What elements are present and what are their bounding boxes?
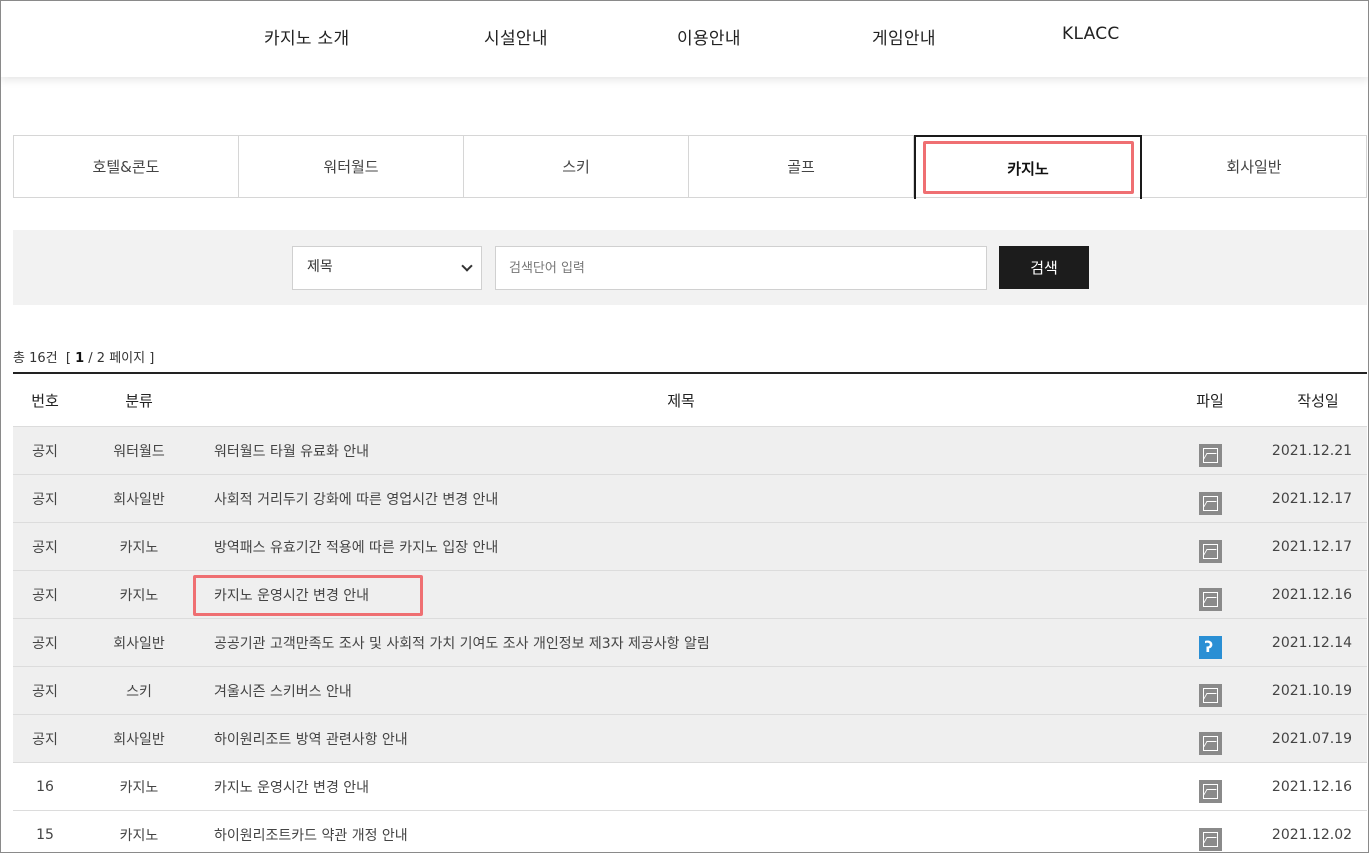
image-icon[interactable]	[1198, 540, 1222, 563]
tab-water-world[interactable]: 워터월드	[239, 136, 464, 197]
header-category: 분류	[125, 391, 153, 410]
tab-ski[interactable]: 스키	[464, 136, 689, 197]
row-no: 16	[36, 778, 54, 795]
page-total: / 2 페이지 ]	[88, 351, 155, 366]
total-count: 총 16건	[13, 351, 58, 366]
row-file[interactable]	[1183, 571, 1237, 618]
row-date: 2021.12.02	[1271, 826, 1353, 843]
tab-company-general[interactable]: 회사일반	[1142, 136, 1366, 197]
row-title-link[interactable]: 카지노 운영시간 변경 안내	[214, 571, 1174, 618]
row-title-link[interactable]: 하이원리조트 방역 관련사항 안내	[214, 715, 1174, 762]
image-icon[interactable]	[1198, 492, 1222, 515]
header-file: 파일	[1196, 391, 1224, 410]
image-icon[interactable]	[1198, 588, 1222, 611]
search-button[interactable]: 검색	[999, 246, 1089, 289]
row-file[interactable]	[1183, 523, 1237, 570]
row-no: 공지	[32, 731, 58, 748]
row-category: 카지노	[119, 539, 159, 556]
row-category: 회사일반	[113, 731, 165, 748]
row-file[interactable]	[1183, 427, 1237, 474]
nav-usage-guide[interactable]: 이용안내	[677, 24, 741, 49]
row-date: 2021.12.16	[1271, 586, 1353, 603]
row-file[interactable]	[1183, 811, 1237, 853]
header-title: 제목	[667, 391, 695, 410]
row-category: 회사일반	[113, 491, 165, 508]
chevron-down-icon	[461, 260, 473, 272]
row-date: 2021.12.21	[1271, 442, 1353, 459]
row-file[interactable]	[1183, 667, 1237, 714]
search-field-value: 제목	[307, 259, 333, 275]
row-title-link[interactable]: 카지노 운영시간 변경 안내	[214, 763, 1174, 810]
page-open-bracket: [	[65, 351, 71, 366]
table-row[interactable]: 공지 스키 겨울시즌 스키버스 안내 2021.10.19	[13, 667, 1367, 715]
row-file[interactable]	[1183, 475, 1237, 522]
search-field-select[interactable]: 제목	[292, 246, 482, 290]
row-category: 카지노	[119, 779, 159, 796]
table-row[interactable]: 공지 카지노 방역패스 유효기간 적용에 따른 카지노 입장 안내 2021.12.1…	[13, 523, 1367, 571]
hwp-file-icon[interactable]	[1198, 636, 1222, 659]
row-file[interactable]	[1183, 715, 1237, 762]
search-bar: 제목 검색	[13, 230, 1367, 305]
row-no: 공지	[32, 587, 58, 604]
top-navigation: 카지노 소개 시설안내 이용안내 게임안내 KLACC	[0, 0, 1369, 77]
nav-casino-intro[interactable]: 카지노 소개	[264, 24, 349, 49]
row-category: 카지노	[119, 827, 159, 844]
table-row[interactable]: 공지 회사일반 사회적 거리두기 강화에 따른 영업시간 변경 안내 2021.12.…	[13, 475, 1367, 523]
result-summary: 총 16건 [ 1 / 2 페이지 ]	[13, 347, 154, 366]
row-title-link[interactable]: 겨울시즌 스키버스 안내	[214, 667, 1174, 714]
table-row[interactable]: 15 카지노 하이원리조트카드 약관 개정 안내 2021.12.02	[13, 811, 1367, 853]
table-row[interactable]: 공지 카지노 카지노 운영시간 변경 안내 2021.12.16	[13, 571, 1367, 619]
table-row[interactable]: 공지 회사일반 하이원리조트 방역 관련사항 안내 2021.07.19	[13, 715, 1367, 763]
row-no: 공지	[32, 683, 58, 700]
header-date: 작성일	[1297, 391, 1339, 410]
search-input[interactable]	[495, 246, 987, 290]
row-no: 공지	[32, 443, 58, 460]
image-icon[interactable]	[1198, 444, 1222, 467]
row-category: 회사일반	[113, 635, 165, 652]
row-date: 2021.12.17	[1271, 490, 1353, 507]
image-icon[interactable]	[1198, 684, 1222, 707]
row-file[interactable]	[1183, 763, 1237, 810]
image-icon[interactable]	[1198, 828, 1222, 851]
row-no: 공지	[32, 491, 58, 508]
row-date: 2021.12.17	[1271, 538, 1353, 555]
image-icon[interactable]	[1198, 732, 1222, 755]
current-page: 1	[75, 351, 85, 366]
row-file[interactable]	[1183, 619, 1237, 666]
row-date: 2021.12.16	[1271, 778, 1353, 795]
row-title-link[interactable]: 방역패스 유효기간 적용에 따른 카지노 입장 안내	[214, 523, 1174, 570]
table-row[interactable]: 공지 워터월드 워터월드 타월 유료화 안내 2021.12.21	[13, 427, 1367, 475]
row-category: 카지노	[119, 587, 159, 604]
image-icon[interactable]	[1198, 780, 1222, 803]
tab-casino[interactable]: 카지노	[914, 135, 1142, 199]
nav-klacc[interactable]: KLACC	[1062, 24, 1120, 44]
tab-golf[interactable]: 골프	[689, 136, 914, 197]
row-date: 2021.07.19	[1271, 730, 1353, 747]
row-title-link[interactable]: 하이원리조트카드 약관 개정 안내	[214, 811, 1174, 853]
row-no: 공지	[32, 539, 58, 556]
nav-game-guide[interactable]: 게임안내	[872, 24, 936, 49]
row-title-link[interactable]: 워터월드 타월 유료화 안내	[214, 427, 1174, 474]
board-table: 번호 분류 제목 파일 작성일 공지 워터월드 워터월드 타월 유료화 안내 2021…	[13, 372, 1367, 853]
table-header: 번호 분류 제목 파일 작성일	[13, 374, 1367, 427]
header-no: 번호	[31, 391, 59, 410]
row-category: 스키	[126, 683, 152, 700]
nav-facilities[interactable]: 시설안내	[484, 24, 548, 49]
category-tabs: 호텔&콘도 워터월드 스키 골프 카지노 회사일반	[13, 135, 1367, 199]
row-date: 2021.10.19	[1271, 682, 1353, 699]
row-title-link[interactable]: 공공기관 고객만족도 조사 및 사회적 가치 기여도 조사 개인정보 제3자 제…	[214, 619, 1174, 666]
row-no: 15	[36, 826, 54, 843]
row-category: 워터월드	[113, 443, 165, 460]
row-date: 2021.12.14	[1271, 634, 1353, 651]
table-row[interactable]: 공지 회사일반 공공기관 고객만족도 조사 및 사회적 가치 기여도 조사 개인정보…	[13, 619, 1367, 667]
tab-hotel-condo[interactable]: 호텔&콘도	[14, 136, 239, 197]
table-row[interactable]: 16 카지노 카지노 운영시간 변경 안내 2021.12.16	[13, 763, 1367, 811]
row-title-link[interactable]: 사회적 거리두기 강화에 따른 영업시간 변경 안내	[214, 475, 1174, 522]
row-no: 공지	[32, 635, 58, 652]
